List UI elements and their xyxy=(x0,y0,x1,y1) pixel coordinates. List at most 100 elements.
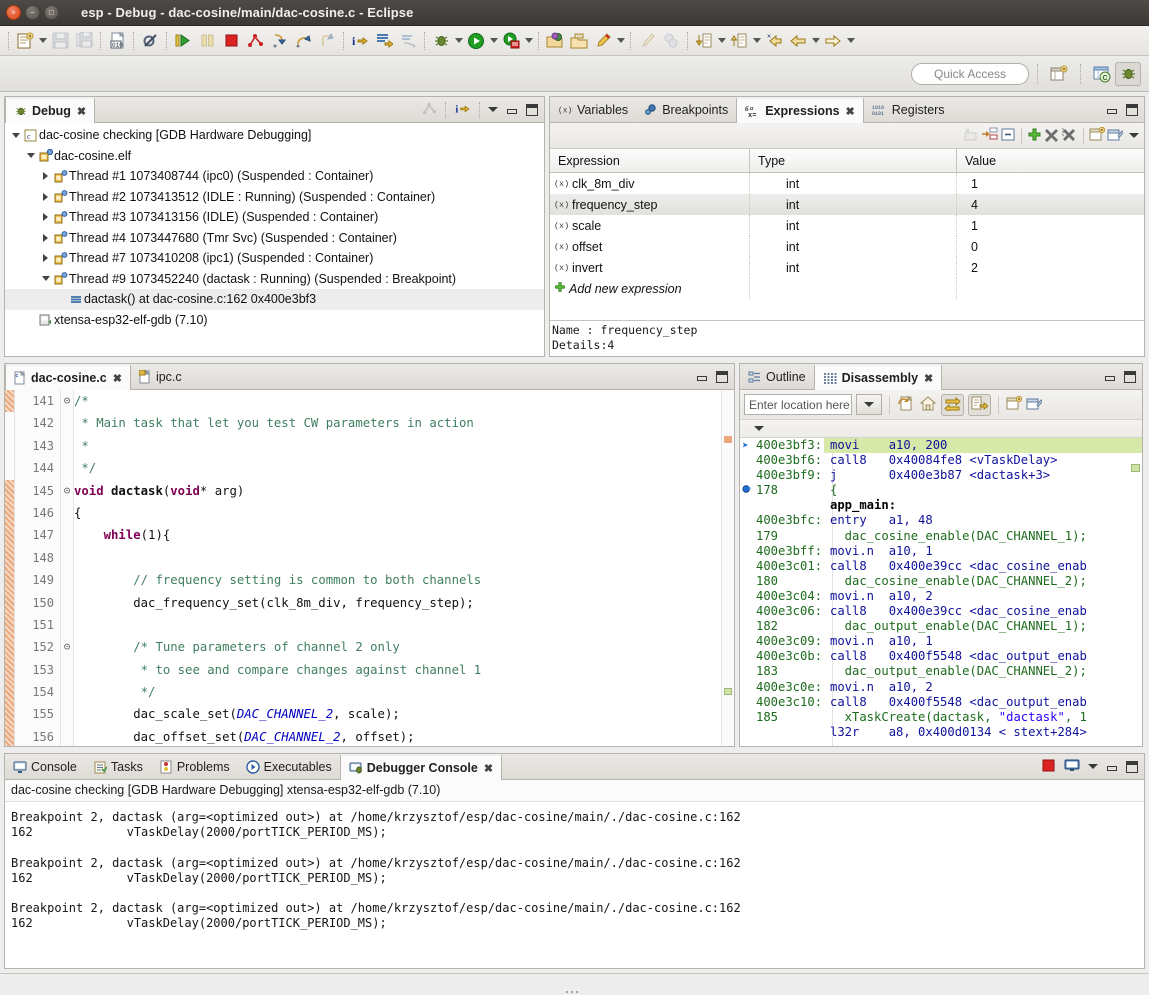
debug-tree-row[interactable]: dactask() at dac-cosine.c:162 0x400e3bf3 xyxy=(5,289,544,310)
tab-ipc-c[interactable]: ipc.c xyxy=(131,364,190,389)
twisty-collapsed-icon[interactable] xyxy=(39,213,52,221)
terminate-console-icon[interactable] xyxy=(1041,758,1056,776)
tab-debugger-console-close[interactable]: ✖ xyxy=(484,762,493,775)
debug-tree-row[interactable]: cdac-cosine checking [GDB Hardware Debug… xyxy=(5,125,544,146)
refresh-icon[interactable] xyxy=(897,395,915,415)
disassembly-row[interactable]: app_main: xyxy=(740,498,1142,513)
prev-annotation-icon[interactable] xyxy=(727,29,751,53)
twisty-collapsed-icon[interactable] xyxy=(39,234,52,242)
tab-registers[interactable]: 10100101 Registers xyxy=(864,97,953,122)
tab-console[interactable]: Console xyxy=(5,754,85,779)
skip-breakpoints-icon[interactable] xyxy=(138,29,162,53)
collapse-all-icon[interactable] xyxy=(1000,127,1016,145)
new-view-icon[interactable] xyxy=(1006,396,1022,414)
disassembly-row[interactable]: 400e3bf6:call8 0x40084fe8 <vTaskDelay> xyxy=(740,453,1142,468)
tab-dac-cosine-c[interactable]: c dac-cosine.c ✖ xyxy=(5,364,131,390)
link-to-active-frame-icon[interactable] xyxy=(941,394,964,416)
disassembly-row[interactable]: 182 dac_output_enable(DAC_CHANNEL_1); xyxy=(740,619,1142,634)
editor-source-code[interactable]: /* * Main task that let you test CW para… xyxy=(74,390,734,746)
editor-maximize-icon[interactable] xyxy=(716,371,728,383)
prev-annotation-dropdown-icon[interactable] xyxy=(751,29,762,53)
editor-minimize-icon[interactable] xyxy=(696,371,708,383)
marker-icon[interactable] xyxy=(591,29,615,53)
show-logical-structure-icon[interactable] xyxy=(981,126,998,145)
disassembly-row[interactable]: 400e3bfc:entry a1, 48 xyxy=(740,513,1142,528)
tab-expressions[interactable]: 6αx= Expressions ✖ xyxy=(736,97,864,123)
disassembly-row[interactable]: 400e3bff:movi.n a10, 1 xyxy=(740,544,1142,559)
console-dropdown-icon[interactable] xyxy=(1088,764,1098,769)
code-line[interactable]: * xyxy=(74,435,734,457)
debug-tree-row[interactable]: Thread #9 1073452240 (dactask : Running)… xyxy=(5,269,544,290)
save-icon[interactable] xyxy=(48,29,72,53)
disassembly-row[interactable]: 180 dac_cosine_enable(DAC_CHANNEL_2); xyxy=(740,574,1142,589)
disassembly-row[interactable]: 400e3c10:call8 0x400f5548 <dac_output_en… xyxy=(740,695,1142,710)
code-line[interactable]: dac_scale_set(DAC_CHANNEL_2, scale); xyxy=(74,703,734,725)
step-into-selection-icon[interactable] xyxy=(372,29,396,53)
add-new-expression-row[interactable]: Add new expression xyxy=(550,278,1144,299)
twisty-expanded-icon[interactable] xyxy=(39,276,52,281)
editor-overview-ruler[interactable] xyxy=(721,390,734,746)
disassembly-row[interactable]: 400e3c01:call8 0x400e39cc <dac_cosine_en… xyxy=(740,559,1142,574)
forward-dropdown-icon[interactable] xyxy=(845,29,856,53)
instruction-stepping-mode-icon[interactable]: i xyxy=(454,101,471,119)
disconnect-icon[interactable] xyxy=(243,29,267,53)
build-icon[interactable]: 010 xyxy=(105,29,129,53)
remove-expression-icon[interactable] xyxy=(1044,127,1059,145)
fold-marker[interactable]: ⊝ xyxy=(61,636,73,658)
disassembly-body[interactable]: ➤400e3bf3:movi a10, 200400e3bf6:call8 0x… xyxy=(740,438,1142,746)
expressions-maximize-icon[interactable] xyxy=(1126,104,1138,116)
add-expression-icon[interactable] xyxy=(1027,127,1042,145)
tab-dac-cosine-c-close[interactable]: ✖ xyxy=(113,372,122,385)
back-icon[interactable] xyxy=(786,29,810,53)
suspend-icon[interactable] xyxy=(195,29,219,53)
console-output[interactable]: Breakpoint 2, dactask (arg=<optimized ou… xyxy=(5,802,1144,968)
debug-maximize-icon[interactable] xyxy=(526,104,538,116)
debug-tree-row[interactable]: Thread #3 1073413156 (IDLE) (Suspended :… xyxy=(5,207,544,228)
expression-row[interactable]: (x)=invertint2 xyxy=(550,257,1144,278)
debug-tree-row[interactable]: Thread #2 1073413512 (IDLE : Running) (S… xyxy=(5,187,544,208)
quick-access-input[interactable]: Quick Access xyxy=(911,63,1029,85)
tab-outline[interactable]: Outline xyxy=(740,364,814,389)
last-edit-location-icon[interactable] xyxy=(762,29,786,53)
code-line[interactable] xyxy=(74,547,734,569)
twisty-collapsed-icon[interactable] xyxy=(39,193,52,201)
show-type-names-icon[interactable] xyxy=(962,126,979,145)
disassembly-row[interactable]: l32r a8, 0x400d0134 < stext+284> xyxy=(740,725,1142,740)
expression-row[interactable]: (x)=frequency_stepint4 xyxy=(550,194,1144,215)
tab-problems[interactable]: Problems xyxy=(151,754,238,779)
tab-variables[interactable]: (x)= Variables xyxy=(550,97,636,122)
debug-tree-row[interactable]: Thread #1 1073408744 (ipc0) (Suspended :… xyxy=(5,166,544,187)
pin-icon[interactable] xyxy=(1026,396,1042,414)
step-into-icon[interactable] xyxy=(267,29,291,53)
tab-tasks[interactable]: Tasks xyxy=(85,754,151,779)
display-selected-console-icon[interactable] xyxy=(1064,758,1080,776)
disassembly-row[interactable]: 185 xTaskCreate(dactask, "dactask", 1 xyxy=(740,710,1142,725)
twisty-expanded-icon[interactable] xyxy=(24,153,37,158)
code-line[interactable]: dac_offset_set(DAC_CHANNEL_2, offset); xyxy=(74,726,734,746)
debug-tree-row[interactable]: xtensa-esp32-elf-gdb (7.10) xyxy=(5,310,544,331)
expressions-table-body[interactable]: (x)=clk_8m_divint1(x)=frequency_stepint4… xyxy=(550,173,1144,320)
expression-row[interactable]: (x)=clk_8m_divint1 xyxy=(550,173,1144,194)
resume-icon[interactable] xyxy=(171,29,195,53)
open-element-icon[interactable] xyxy=(567,29,591,53)
tab-debug[interactable]: Debug ✖ xyxy=(5,97,95,123)
save-all-icon[interactable] xyxy=(72,29,96,53)
twisty-expanded-icon[interactable] xyxy=(9,133,22,138)
disassembly-row[interactable]: 400e3c0b:call8 0x400f5548 <dac_output_en… xyxy=(740,649,1142,664)
forward-icon[interactable] xyxy=(821,29,845,53)
code-line[interactable]: // frequency setting is common to both c… xyxy=(74,569,734,591)
twisty-collapsed-icon[interactable] xyxy=(39,254,52,262)
debug-minimize-icon[interactable] xyxy=(506,104,518,116)
breakpoint-icon[interactable] xyxy=(742,483,752,498)
remove-all-expressions-icon[interactable] xyxy=(1061,127,1078,145)
code-line[interactable] xyxy=(74,614,734,636)
window-minimize-button[interactable]: − xyxy=(25,5,40,20)
column-expression[interactable]: Expression xyxy=(550,149,750,172)
perspective-c-cpp[interactable]: C xyxy=(1089,62,1115,86)
disconnect-all-icon[interactable] xyxy=(422,101,437,119)
tab-disassembly-close[interactable]: ✖ xyxy=(924,372,933,385)
disassembly-row[interactable]: ➤400e3bf3:movi a10, 200 xyxy=(740,438,1142,453)
disassembly-row[interactable]: 179 dac_cosine_enable(DAC_CHANNEL_1); xyxy=(740,529,1142,544)
disassembly-location-dropdown-icon[interactable] xyxy=(856,394,882,415)
disassembly-maximize-icon[interactable] xyxy=(1124,371,1136,383)
